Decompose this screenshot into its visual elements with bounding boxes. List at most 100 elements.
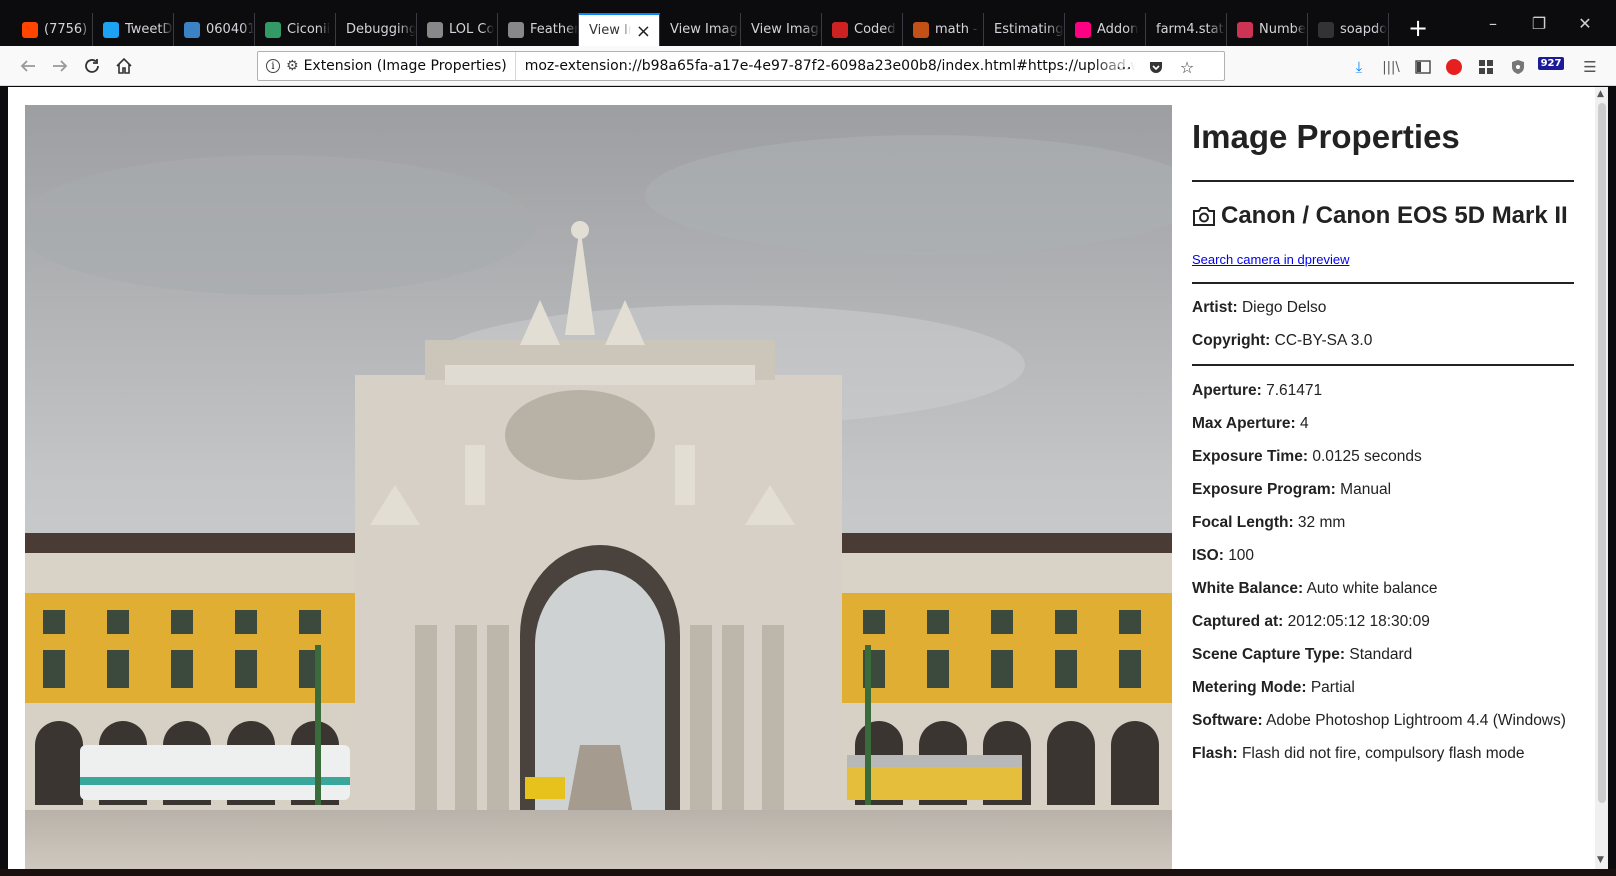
tab-6[interactable]: Feather: [498, 13, 579, 46]
home-button[interactable]: [112, 54, 136, 78]
identity-label: Extension (Image Properties): [303, 58, 507, 74]
bookmark-star-icon[interactable]: ☆: [1176, 56, 1198, 78]
property-row: Scene Capture Type: Standard: [1192, 646, 1574, 664]
close-window-button[interactable]: ✕: [1562, 14, 1608, 33]
camera-icon: [1193, 206, 1215, 226]
tab-15[interactable]: Numbe: [1227, 13, 1308, 46]
tab-12[interactable]: Estimating t: [984, 13, 1065, 46]
tab-4[interactable]: Debugging: [336, 13, 417, 46]
luf-icon: [832, 21, 848, 38]
property-key: Flash:: [1192, 745, 1238, 762]
browser-window: (7756) T TweetD 060401 Ciconii Debugging LOL …: [0, 0, 1616, 876]
info-icon: i: [266, 59, 280, 73]
property-key: Captured at:: [1192, 613, 1284, 630]
panel-title: Image Properties: [1192, 105, 1574, 182]
search-camera-link[interactable]: Search camera in dpreview: [1192, 252, 1350, 267]
pocket-icon[interactable]: [1145, 56, 1167, 78]
property-value: 7.61471: [1266, 382, 1323, 399]
property-value: Diego Delso: [1241, 299, 1327, 316]
property-row: Aperture: 7.61471: [1192, 382, 1574, 400]
tab-label: Debugging: [346, 22, 416, 37]
page-content: Image Properties Canon / Canon EOS 5D Ma…: [8, 87, 1608, 869]
reload-button[interactable]: [80, 54, 104, 78]
new-tab-button[interactable]: +: [1403, 14, 1433, 42]
tab-label: View Im: [589, 23, 631, 38]
site-identity[interactable]: i ⚙ Extension (Image Properties): [258, 52, 516, 80]
url-text[interactable]: moz-extension://b98a65fa-a17e-4e97-87f2-…: [516, 58, 1136, 74]
property-key: Aperture:: [1192, 382, 1262, 399]
property-key: Max Aperture:: [1192, 415, 1296, 432]
tab-label: math -: [935, 22, 978, 37]
page-actions-icon[interactable]: ⋯: [1113, 56, 1135, 78]
extension-red-icon[interactable]: [1443, 56, 1465, 78]
library-icon[interactable]: |||\: [1380, 56, 1402, 78]
back-button[interactable]: [16, 54, 40, 78]
tab-14[interactable]: farm4.static: [1146, 13, 1227, 46]
reload-icon: [85, 59, 99, 73]
property-key: Artist:: [1192, 299, 1238, 316]
property-value: 0.0125 seconds: [1312, 448, 1422, 465]
tab-label: View Image: [670, 22, 740, 37]
property-value: CC-BY-SA 3.0: [1274, 332, 1373, 349]
property-key: Focal Length:: [1192, 514, 1294, 531]
tab-1[interactable]: TweetD: [93, 13, 174, 46]
property-value: Standard: [1349, 646, 1413, 663]
tab-11[interactable]: math -: [903, 13, 984, 46]
restore-button[interactable]: ❐: [1516, 14, 1562, 33]
divider: [1192, 282, 1574, 284]
property-value: 4: [1299, 415, 1309, 432]
camera-model: Canon / Canon EOS 5D Mark II: [1221, 202, 1568, 229]
property-row: Exposure Time: 0.0125 seconds: [1192, 448, 1574, 466]
download-icon[interactable]: ⤓: [1348, 56, 1370, 78]
tab-10[interactable]: Coded: [822, 13, 903, 46]
property-row: Exposure Program: Manual: [1192, 481, 1574, 499]
menu-icon[interactable]: ☰: [1579, 56, 1601, 78]
flickr-icon: [1075, 21, 1091, 38]
taskbar-edge: [0, 869, 1616, 876]
page-scrollbar[interactable]: ▲ ▼: [1595, 87, 1608, 869]
property-row: White Balance: Auto white balance: [1192, 580, 1574, 598]
tab-label: (7756) T: [44, 22, 92, 37]
close-tab-icon[interactable]: ×: [636, 21, 651, 42]
navigation-toolbar: i ⚙ Extension (Image Properties) moz-ext…: [0, 46, 1616, 86]
badge-count: 927: [1537, 56, 1565, 70]
tab-label: farm4.static: [1156, 22, 1226, 37]
tab-label: Feather: [530, 22, 578, 37]
property-row: ISO: 100: [1192, 547, 1574, 565]
property-value: Adobe Photoshop Lightroom 4.4 (Windows): [1266, 712, 1566, 729]
scroll-down-icon[interactable]: ▼: [1597, 855, 1604, 865]
property-key: Metering Mode:: [1192, 679, 1307, 696]
meta-list: Artist: Diego Delso Copyright: CC-BY-SA 3…: [1192, 299, 1574, 350]
tab-list: (7756) T TweetD 060401 Ciconii Debugging LOL …: [12, 13, 1389, 46]
tab-2[interactable]: 060401: [174, 13, 255, 46]
tab-3[interactable]: Ciconii: [255, 13, 336, 46]
tab-label: Ciconii: [287, 22, 331, 37]
scrollbar-thumb[interactable]: [1598, 103, 1606, 803]
property-key: Software:: [1192, 712, 1263, 729]
property-key: Scene Capture Type:: [1192, 646, 1346, 663]
reddit-icon: [22, 21, 38, 38]
shield-icon[interactable]: [1507, 56, 1529, 78]
extension-grid-icon[interactable]: [1475, 56, 1497, 78]
forward-button[interactable]: [48, 54, 72, 78]
property-row: Flash: Flash did not fire, compulsory fl…: [1192, 745, 1574, 763]
tab-0[interactable]: (7756) T: [12, 13, 93, 46]
sidebar-icon[interactable]: [1412, 56, 1434, 78]
tab-label: Coded: [854, 22, 896, 37]
tab-16[interactable]: soapdo: [1308, 13, 1389, 46]
tab-9[interactable]: View Image: [741, 13, 822, 46]
extension-badge-icon[interactable]: 927: [1537, 52, 1565, 74]
property-row: Focal Length: 32 mm: [1192, 514, 1574, 532]
scroll-up-icon[interactable]: ▲: [1597, 89, 1604, 99]
property-row: Software: Adobe Photoshop Lightroom 4.4 …: [1192, 712, 1574, 730]
minimize-button[interactable]: –: [1470, 14, 1516, 33]
stackoverflow-icon: [184, 21, 200, 38]
property-row: Metering Mode: Partial: [1192, 679, 1574, 697]
tab-13[interactable]: Addon: [1065, 13, 1146, 46]
tab-7[interactable]: View Im ×: [579, 13, 660, 46]
tab-5[interactable]: LOL Co: [417, 13, 498, 46]
tab-label: soapdo: [1340, 22, 1388, 37]
tab-8[interactable]: View Image: [660, 13, 741, 46]
property-key: White Balance:: [1192, 580, 1304, 597]
url-bar[interactable]: i ⚙ Extension (Image Properties) moz-ext…: [257, 51, 1225, 81]
